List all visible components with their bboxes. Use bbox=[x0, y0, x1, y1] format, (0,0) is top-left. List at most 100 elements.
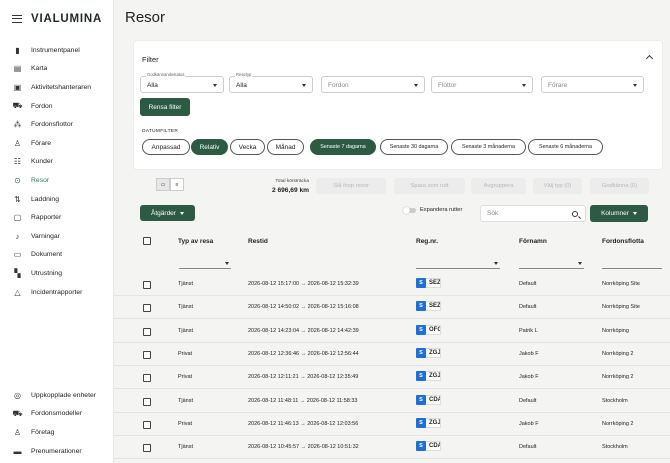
trip-type-column-filter[interactable] bbox=[179, 256, 231, 269]
chevron-up-icon[interactable] bbox=[645, 54, 654, 63]
row-checkbox[interactable] bbox=[143, 374, 151, 383]
table-row[interactable]: Tjänst 2026-08-12 14:23:04 → 2026-08-12 1… bbox=[114, 320, 670, 343]
header-reg-nr[interactable]: Reg.nr. bbox=[416, 238, 438, 245]
travel-time-cell: 2026-08-12 12:11:21 → 2026-08-12 12:35:4… bbox=[248, 374, 359, 381]
actions-button[interactable]: Åtgärder bbox=[140, 205, 195, 221]
sidebar-item-karta[interactable]: ▤ Karta bbox=[0, 60, 114, 79]
license-plate[interactable]: S ZGJ bbox=[416, 417, 441, 428]
list-view-icon[interactable]: ▭ bbox=[156, 178, 170, 191]
select-label: Resetyp bbox=[235, 72, 253, 77]
header-travel-time[interactable]: Restid bbox=[248, 238, 268, 245]
reg-nr-column-filter[interactable] bbox=[416, 256, 500, 269]
filter-icon[interactable]: ≡ bbox=[170, 178, 184, 191]
row-checkbox[interactable] bbox=[143, 420, 151, 429]
sidebar-item-incidentrapporter[interactable]: △ Incidentrapporter bbox=[0, 283, 114, 302]
sidebar-item-label: Aktivitetshanteraren bbox=[31, 83, 92, 91]
date-filter-label: DATUMFILTER bbox=[142, 129, 179, 134]
plate-number: ZGJ bbox=[426, 371, 441, 382]
trip-type-cell: Tjänst bbox=[178, 304, 193, 311]
clear-filter-button[interactable]: Rensa filter bbox=[140, 98, 190, 116]
select-label: Godkännandestatus bbox=[146, 72, 186, 77]
select-all-checkbox[interactable] bbox=[143, 237, 151, 245]
plate-country-badge: S bbox=[416, 417, 426, 428]
sidebar-item-uppkopplade-enheter[interactable]: ◎ Uppkopplade enheter bbox=[0, 386, 114, 405]
sidebar-item-företag[interactable]: ♙ Företag bbox=[0, 423, 114, 442]
sidebar-item-utrustning[interactable]: ▚ Utrustning bbox=[0, 264, 114, 283]
row-checkbox[interactable] bbox=[143, 397, 151, 406]
sidebar-item-förare[interactable]: ♙ Förare bbox=[0, 134, 114, 153]
date-mode-custom[interactable]: Anpassad bbox=[142, 139, 190, 155]
sidebar-item-laddning[interactable]: ⇅ Laddning bbox=[0, 190, 114, 209]
header-first-name[interactable]: Förnamn bbox=[519, 238, 547, 245]
plate-number: CDA bbox=[426, 441, 441, 452]
date-mode-relative[interactable]: Relativ bbox=[191, 139, 228, 155]
row-checkbox[interactable] bbox=[143, 304, 151, 313]
license-plate[interactable]: S OFG bbox=[416, 324, 441, 335]
license-plate[interactable]: S SEZ bbox=[416, 301, 441, 312]
range-30-days[interactable]: Senaste 30 dagarna bbox=[380, 139, 448, 155]
range-7-days[interactable]: Senaste 7 dagarna bbox=[310, 139, 376, 155]
table-row[interactable]: Privat 2026-08-12 12:36:46 → 2026-08-12 1… bbox=[114, 343, 670, 366]
first-name-cell: Jakob F bbox=[519, 350, 539, 357]
ungroup-button[interactable]: Avgruppera bbox=[471, 178, 526, 194]
first-name-column-filter[interactable] bbox=[519, 256, 584, 269]
table-row[interactable]: Tjänst 2026-08-12 10:45:57 → 2026-08-12 1… bbox=[114, 436, 670, 460]
save-route-button[interactable]: Spara som rutt bbox=[394, 178, 465, 194]
sidebar-item-label: Prenumerationer bbox=[31, 447, 82, 455]
range-6-months[interactable]: Senaste 6 månaderna bbox=[528, 139, 603, 155]
row-checkbox[interactable] bbox=[143, 444, 151, 453]
trip-type-cell: Privat bbox=[178, 350, 193, 357]
sidebar-item-aktivitetshanteraren[interactable]: ▣ Aktivitetshanteraren bbox=[0, 78, 114, 97]
select-type-button[interactable]: Välj typ (0) bbox=[533, 178, 582, 194]
sidebar-item-instrumentpanel[interactable]: ▮ Instrumentpanel bbox=[0, 41, 114, 60]
table-row[interactable]: Privat 2026-08-12 12:11:21 → 2026-08-12 1… bbox=[114, 366, 670, 390]
dropdown-arrow-icon bbox=[578, 262, 582, 265]
sidebar-item-dokument[interactable]: ▭ Dokument bbox=[0, 246, 114, 265]
date-mode-week[interactable]: Vecka bbox=[230, 139, 265, 155]
trip-type-select[interactable]: Resetyp Alla bbox=[229, 72, 313, 93]
row-checkbox[interactable] bbox=[143, 281, 151, 289]
trip-type-cell: Tjänst bbox=[178, 444, 193, 451]
header-trip-type[interactable]: Typ av resa bbox=[178, 238, 213, 245]
sidebar-item-rapporter[interactable]: ▢ Rapporter bbox=[0, 208, 114, 227]
sidebar-item-kunder[interactable]: ☷ Kunder bbox=[0, 153, 114, 172]
sidebar-item-label: Resor bbox=[31, 176, 50, 184]
search-placeholder: Sök bbox=[487, 210, 499, 217]
license-plate[interactable]: S CDA bbox=[416, 394, 441, 405]
table-row[interactable]: Tjänst 2026-08-12 14:50:02 → 2026-08-12 1… bbox=[114, 296, 670, 320]
search-input[interactable]: Sök bbox=[480, 205, 586, 222]
sidebar-item-resor[interactable]: ⊙ Resor bbox=[0, 171, 114, 190]
license-plate[interactable]: S CDA bbox=[416, 441, 441, 452]
table-row[interactable]: Tjänst 2026-08-12 11:48:11 → 2026-08-12 1… bbox=[114, 390, 670, 413]
fleet-column-filter[interactable] bbox=[602, 256, 662, 269]
row-checkbox[interactable] bbox=[143, 350, 151, 359]
fleet-select[interactable]: Flottor bbox=[431, 76, 533, 93]
actions-label: Åtgärder bbox=[151, 209, 176, 217]
license-plate[interactable]: S SEZ bbox=[416, 278, 441, 288]
trip-type-cell: Tjänst bbox=[178, 281, 193, 287]
sidebar-item-fordonsmodeller[interactable]: ⛟ Fordonsmodeller bbox=[0, 405, 114, 424]
sidebar-item-fordon[interactable]: ⛟ Fordon bbox=[0, 97, 114, 116]
license-plate[interactable]: S ZGJ bbox=[416, 347, 441, 358]
driver-select[interactable]: Förare bbox=[541, 76, 644, 93]
row-checkbox[interactable] bbox=[143, 327, 151, 336]
range-3-months[interactable]: Senaste 3 månaderna bbox=[451, 139, 526, 155]
date-mode-month[interactable]: Månad bbox=[267, 139, 304, 155]
select-value: Alla bbox=[236, 81, 247, 89]
expand-routes-toggle[interactable] bbox=[403, 206, 416, 214]
vehicle-select[interactable]: Fordon bbox=[321, 76, 425, 93]
sidebar-item-label: Karta bbox=[31, 65, 48, 73]
columns-button[interactable]: Kolumner bbox=[590, 205, 648, 222]
sidebar-item-prenumerationer[interactable]: ▬ Prenumerationer bbox=[0, 442, 114, 461]
merge-trips-button[interactable]: Slå ihop resor bbox=[316, 178, 386, 194]
sidebar-item-fordonsflottor[interactable]: ⁂ Fordonsflottor bbox=[0, 115, 114, 134]
sidebar-item-varningar[interactable]: ♪ Varningar bbox=[0, 227, 114, 246]
approval-status-select[interactable]: Godkännandestatus Alla bbox=[140, 72, 224, 93]
license-plate[interactable]: S ZGJ bbox=[416, 371, 441, 382]
person-icon: ♙ bbox=[13, 138, 22, 148]
table-row[interactable]: Privat 2026-08-12 11:46:13 → 2026-08-12 1… bbox=[114, 413, 670, 436]
approve-button[interactable]: Godkänna (0) bbox=[590, 178, 649, 194]
table-row[interactable]: Tjänst 2026-08-12 15:17:00 → 2026-08-12 1… bbox=[114, 273, 670, 296]
menu-icon[interactable] bbox=[12, 15, 22, 23]
header-fleet[interactable]: Fordonsflotta bbox=[602, 238, 644, 245]
